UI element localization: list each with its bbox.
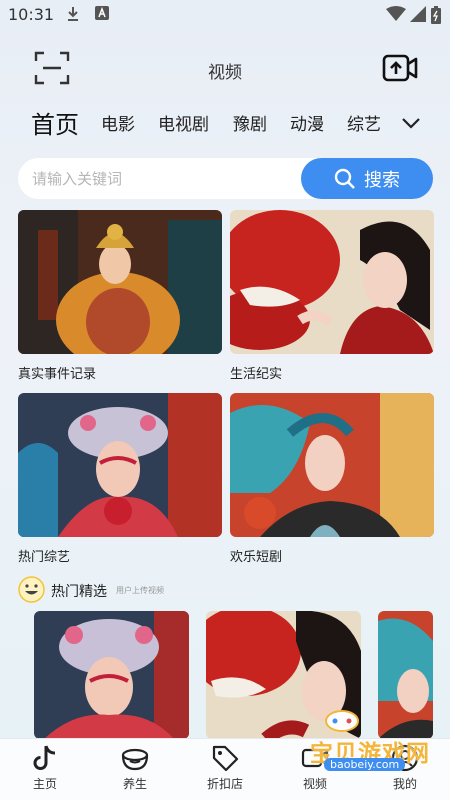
video-upload-icon[interactable] bbox=[382, 52, 418, 84]
bowl-icon bbox=[121, 748, 149, 771]
battery-icon bbox=[431, 6, 441, 24]
category-title: 热门综艺 bbox=[18, 550, 71, 565]
gamepad-icon bbox=[325, 710, 359, 732]
keyboard-a-icon bbox=[95, 6, 109, 20]
nav-label: 养生 bbox=[122, 777, 147, 791]
category-card[interactable]: 欢乐短剧 bbox=[230, 393, 434, 565]
feed-card[interactable] bbox=[34, 611, 189, 739]
tab-movies[interactable]: 电影 bbox=[101, 110, 135, 135]
tab-tv-series[interactable]: 电视剧 bbox=[158, 110, 209, 135]
feed-thumbnail bbox=[34, 611, 189, 739]
header: 视频 bbox=[0, 44, 450, 94]
category-thumbnail bbox=[230, 210, 434, 354]
category-card[interactable]: 热门综艺 bbox=[18, 393, 222, 565]
nav-item-health[interactable]: 养生 bbox=[105, 743, 165, 792]
nav-label: 主页 bbox=[32, 777, 57, 791]
nav-item-discount-store[interactable]: 折扣店 bbox=[195, 743, 255, 792]
search-button[interactable]: 搜索 bbox=[301, 158, 433, 199]
section-header: 热门精选 用户上传视频 bbox=[18, 576, 318, 604]
watermark-url: baobeiy.com bbox=[324, 758, 406, 771]
nav-item-home[interactable]: 主页 bbox=[15, 743, 75, 792]
category-tabs: 首页 电影 电视剧 豫剧 动漫 综艺 bbox=[0, 104, 450, 144]
category-title: 真实事件记录 bbox=[18, 367, 97, 382]
section-subtitle: 用户上传视频 bbox=[116, 586, 164, 595]
nav-label: 折扣店 bbox=[206, 777, 243, 791]
tiktok-note-icon bbox=[33, 745, 56, 770]
search-button-label: 搜索 bbox=[364, 169, 400, 191]
tab-home[interactable]: 首页 bbox=[31, 105, 79, 140]
download-icon bbox=[68, 7, 78, 21]
category-title: 欢乐短剧 bbox=[230, 550, 283, 565]
search-icon bbox=[334, 168, 355, 189]
tag-icon bbox=[212, 745, 239, 772]
category-thumbnail bbox=[230, 393, 434, 537]
status-time: 10:31 bbox=[8, 5, 55, 24]
category-thumbnail bbox=[18, 393, 222, 537]
category-title: 生活纪实 bbox=[230, 367, 283, 382]
watermark: 宝贝游戏网 baobeiy.com bbox=[272, 710, 432, 782]
search-bar: 搜索 bbox=[18, 158, 433, 199]
category-card[interactable]: 生活纪实 bbox=[230, 210, 434, 382]
section-title: 热门精选 bbox=[51, 584, 107, 600]
chevron-down-icon[interactable] bbox=[400, 112, 422, 134]
smiley-icon bbox=[18, 576, 45, 603]
tab-anime[interactable]: 动漫 bbox=[290, 110, 324, 135]
status-bar: 10:31 bbox=[0, 0, 450, 30]
search-input[interactable] bbox=[18, 158, 298, 199]
category-card[interactable]: 真实事件记录 bbox=[18, 210, 222, 382]
category-thumbnail bbox=[18, 210, 222, 354]
tab-henan-opera[interactable]: 豫剧 bbox=[233, 110, 267, 135]
wifi-icon bbox=[386, 6, 406, 21]
tab-variety[interactable]: 综艺 bbox=[347, 110, 381, 135]
signal-icon bbox=[410, 6, 426, 22]
